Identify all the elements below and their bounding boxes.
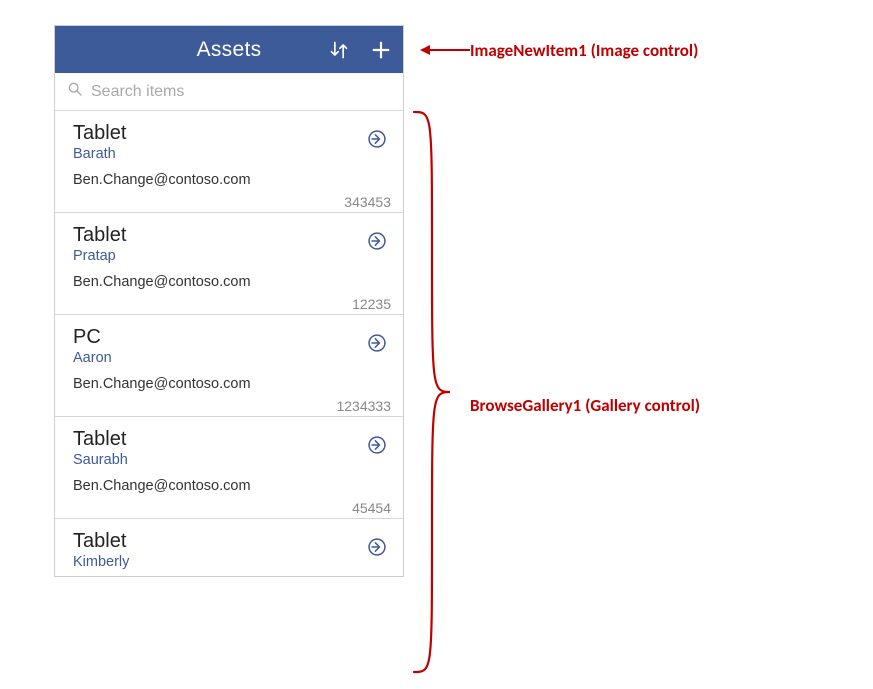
item-number: 343453 <box>73 194 393 210</box>
arrow-right-icon[interactable] <box>367 333 387 353</box>
annotation-label-top: ImageNewItem1 (Image control) <box>470 40 698 61</box>
list-item[interactable]: Tablet Barath Ben.Change@contoso.com 343… <box>55 111 403 213</box>
item-title: Tablet <box>73 121 393 145</box>
item-subtitle: Kimberly <box>73 554 393 570</box>
annotation-label-side: BrowseGallery1 (Gallery control) <box>470 395 700 416</box>
list-item[interactable]: Tablet Pratap Ben.Change@contoso.com 122… <box>55 213 403 315</box>
add-icon[interactable] <box>369 38 393 62</box>
app-screen: Assets Tablet <box>54 25 404 577</box>
item-email: Ben.Change@contoso.com <box>73 274 393 290</box>
list-item[interactable]: Tablet Saurabh Ben.Change@contoso.com 45… <box>55 417 403 519</box>
item-number: 1234333 <box>73 398 393 414</box>
item-email: Ben.Change@contoso.com <box>73 172 393 188</box>
annotation-brace-icon <box>412 110 452 674</box>
item-subtitle: Aaron <box>73 350 393 366</box>
sort-icon[interactable] <box>327 38 351 62</box>
item-email: Ben.Change@contoso.com <box>73 478 393 494</box>
item-number: 12235 <box>73 296 393 312</box>
browse-gallery: Tablet Barath Ben.Change@contoso.com 343… <box>55 111 403 576</box>
item-subtitle: Pratap <box>73 248 393 264</box>
item-subtitle: Saurabh <box>73 452 393 468</box>
arrow-right-icon[interactable] <box>367 435 387 455</box>
list-item[interactable]: PC Aaron Ben.Change@contoso.com 1234333 <box>55 315 403 417</box>
search-input[interactable] <box>91 83 391 101</box>
item-title: PC <box>73 325 393 349</box>
header-bar: Assets <box>55 26 403 73</box>
list-item[interactable]: Tablet Kimberly <box>55 519 403 576</box>
annotation-arrow-icon <box>420 42 470 58</box>
header-actions <box>327 26 393 73</box>
item-title: Tablet <box>73 427 393 451</box>
item-title: Tablet <box>73 529 393 553</box>
item-subtitle: Barath <box>73 146 393 162</box>
arrow-right-icon[interactable] <box>367 537 387 557</box>
item-title: Tablet <box>73 223 393 247</box>
item-email: Ben.Change@contoso.com <box>73 376 393 392</box>
search-icon <box>67 81 83 102</box>
item-number: 45454 <box>73 500 393 516</box>
search-row <box>55 73 403 111</box>
arrow-right-icon[interactable] <box>367 129 387 149</box>
arrow-right-icon[interactable] <box>367 231 387 251</box>
